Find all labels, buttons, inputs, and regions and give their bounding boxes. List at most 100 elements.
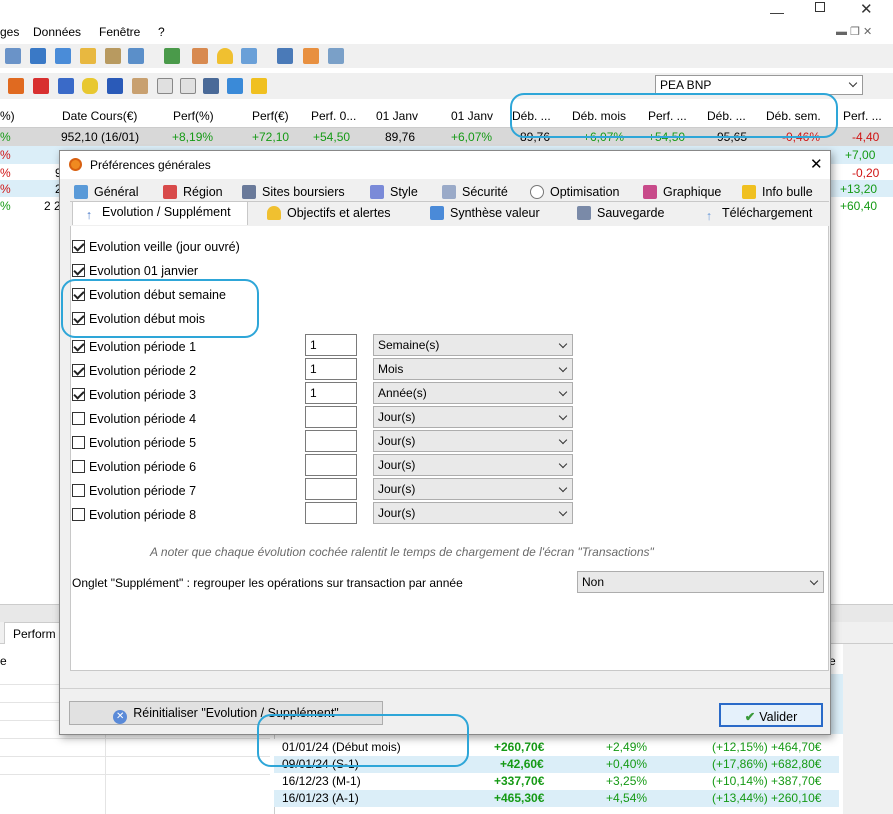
dialog-titlebar[interactable]: Préférences générales ✕ (60, 151, 830, 179)
tab-optimisation[interactable]: Optimisation (530, 182, 619, 202)
download-red-icon[interactable] (33, 78, 49, 94)
columns-icon[interactable] (277, 48, 293, 64)
checkbox-periode-4[interactable] (72, 412, 85, 425)
menu-item-donnees[interactable]: Données (33, 25, 81, 39)
onglet-supplement-select[interactable]: Non (577, 571, 824, 593)
perf-row-label: 16/01/23 (A-1) (282, 791, 359, 805)
checkbox-periode-6[interactable] (72, 460, 85, 473)
menu-item-pages[interactable]: ges (0, 25, 19, 39)
checkbox-periode-7[interactable] (72, 484, 85, 497)
download-blue-icon[interactable] (58, 78, 74, 94)
tab-securite[interactable]: Sécurité (442, 182, 508, 202)
tab-style[interactable]: Style (370, 182, 418, 202)
checkbox-evolution-veille[interactable] (72, 240, 85, 253)
divider (0, 738, 270, 739)
checkbox-periode-1[interactable] (72, 340, 85, 353)
chevron-down-icon (558, 459, 568, 469)
resize-icon[interactable] (227, 78, 243, 94)
period-3-unit-select[interactable]: Année(s) (373, 382, 573, 404)
col-header[interactable]: Perf. 0... (311, 109, 356, 123)
period-6-value-input[interactable] (305, 454, 357, 476)
transfer-icon[interactable] (128, 48, 144, 64)
table-row[interactable]: 16/12/23 (M-1) +337,70€ +3,25% (+10,14%)… (274, 773, 839, 790)
minimize-icon[interactable]: — (770, 4, 784, 20)
tab-graphique[interactable]: Graphique (643, 182, 721, 202)
tab-row-1: Général Région Sites boursiers Style Séc… (70, 182, 829, 202)
menu-item-help[interactable]: ? (158, 25, 165, 39)
close-window-icon[interactable]: ✕ (860, 0, 873, 18)
period-4-value-input[interactable] (305, 406, 357, 428)
col-header[interactable]: 01 Janv (376, 109, 418, 123)
rss-icon[interactable] (303, 48, 319, 64)
tab-performance[interactable]: Perform (4, 622, 66, 644)
menu-item-fenetre[interactable]: Fenêtre (99, 25, 140, 39)
user-icon[interactable] (192, 48, 208, 64)
period-1-value-input[interactable]: 1 (305, 334, 357, 356)
database-icon[interactable] (82, 78, 98, 94)
checkbox-label: Evolution période 6 (89, 460, 197, 474)
col-header[interactable]: Perf(€) (252, 109, 289, 123)
tab-sites-boursiers[interactable]: Sites boursiers (242, 182, 345, 202)
info-tag-icon[interactable] (251, 78, 267, 94)
tab-general[interactable]: Général (74, 182, 138, 202)
folder-icon[interactable] (80, 48, 96, 64)
tab-region[interactable]: Région (163, 182, 223, 202)
tab-evolution-supplement[interactable]: ↑ Evolution / Supplément (72, 201, 248, 225)
copy-icon[interactable] (180, 78, 196, 94)
col-header[interactable]: %) (0, 109, 15, 123)
col-header[interactable]: Perf. ... (843, 109, 882, 123)
pen-icon[interactable] (132, 78, 148, 94)
cell: +13,20 (840, 182, 878, 196)
table-row[interactable]: 16/01/23 (A-1) +465,30€ +4,54% (+13,44%)… (274, 790, 839, 807)
tab-telechargement[interactable]: ↑ Téléchargement (702, 203, 812, 223)
tab-synthese-valeur[interactable]: Synthèse valeur (430, 203, 540, 223)
cell: +72,10 (252, 130, 290, 144)
page-icon[interactable] (157, 78, 173, 94)
cell: +8,19% (172, 130, 214, 144)
period-5-unit-select[interactable]: Jour(s) (373, 430, 573, 452)
period-2-value-input[interactable]: 1 (305, 358, 357, 380)
checkbox-periode-3[interactable] (72, 388, 85, 401)
period-1-unit-select[interactable]: Semaine(s) (373, 334, 573, 356)
checkbox-periode-8[interactable] (72, 508, 85, 521)
checkbox-evolution-janvier[interactable] (72, 264, 85, 277)
tools-icon[interactable] (105, 48, 121, 64)
validate-button[interactable]: ✔ Valider (719, 703, 823, 727)
account-select-value: PEA BNP (660, 78, 712, 92)
tab-objectifs-alertes[interactable]: Objectifs et alertes (267, 203, 391, 223)
tab-sauvegarde[interactable]: Sauvegarde (577, 203, 664, 223)
period-3-value-input[interactable]: 1 (305, 382, 357, 404)
list-icon[interactable] (164, 48, 180, 64)
checkbox-periode-2[interactable] (72, 364, 85, 377)
checkbox-label: Evolution période 7 (89, 484, 197, 498)
divider (0, 774, 270, 775)
save-icon[interactable] (30, 48, 46, 64)
checkbox-periode-5[interactable] (72, 436, 85, 449)
period-4-unit-select[interactable]: Jour(s) (373, 406, 573, 428)
period-8-value-input[interactable] (305, 502, 357, 524)
period-5-value-input[interactable] (305, 430, 357, 452)
account-select[interactable]: PEA BNP (655, 75, 863, 95)
period-7-unit-select[interactable]: Jour(s) (373, 478, 573, 500)
close-icon[interactable]: ✕ (810, 155, 823, 173)
archive-icon[interactable] (203, 78, 219, 94)
chart-icon[interactable] (8, 78, 24, 94)
period-8-unit-select[interactable]: Jour(s) (373, 502, 573, 524)
restore-icon[interactable] (815, 2, 825, 12)
check-icon: ✔ (744, 710, 756, 724)
bell-icon[interactable] (217, 48, 233, 64)
period-2-unit-select[interactable]: Mois (373, 358, 573, 380)
period-6-unit-select[interactable]: Jour(s) (373, 454, 573, 476)
col-header[interactable]: Perf(%) (173, 109, 214, 123)
tab-info-bulle[interactable]: Info bulle (742, 182, 813, 202)
col-header[interactable]: 01 Janv (451, 109, 493, 123)
mail-icon[interactable] (241, 48, 257, 64)
calculator-icon[interactable] (328, 48, 344, 64)
calculator-grid-icon[interactable] (55, 48, 71, 64)
period-7-value-input[interactable] (305, 478, 357, 500)
document-icon[interactable] (107, 78, 123, 94)
print-icon[interactable] (5, 48, 21, 64)
col-header[interactable]: Date Cours(€) (62, 109, 137, 123)
mdi-controls[interactable]: ▬ ❐ ✕ (836, 25, 872, 38)
region-icon (163, 185, 177, 199)
